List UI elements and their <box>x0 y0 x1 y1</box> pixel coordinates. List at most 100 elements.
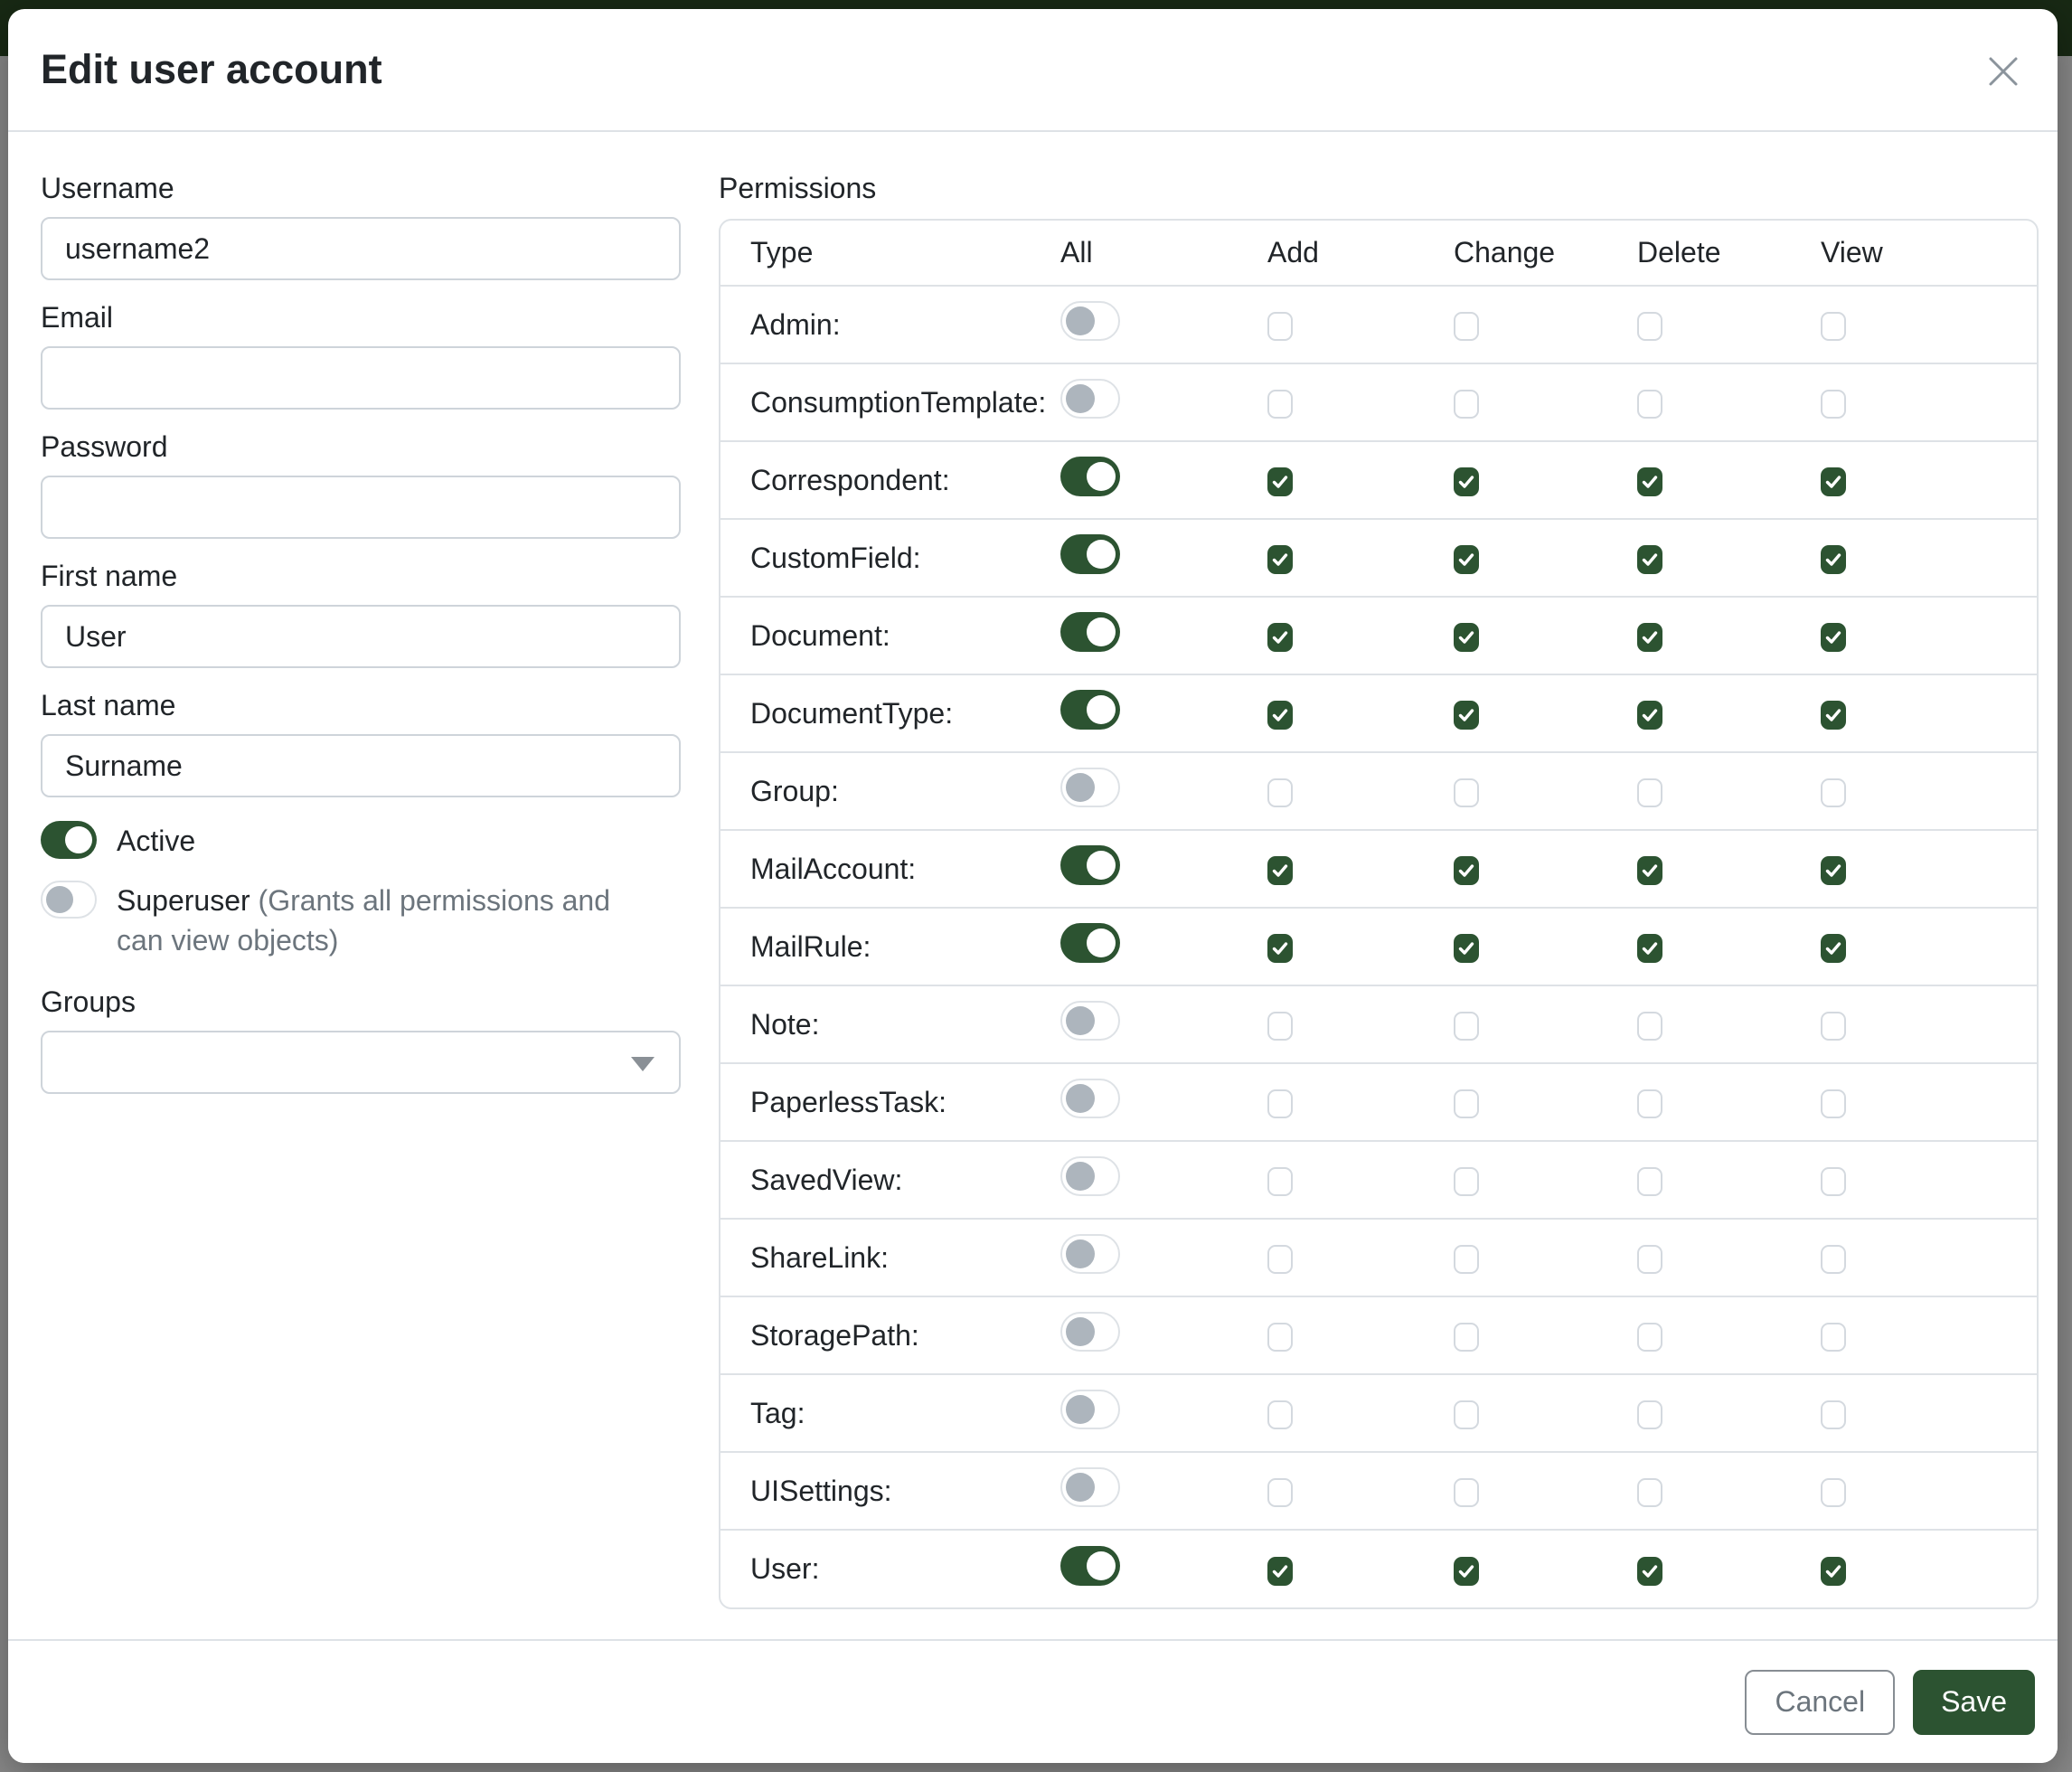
change-checkbox[interactable] <box>1454 778 1479 807</box>
toggle-knob <box>1087 928 1116 957</box>
delete-checkbox[interactable] <box>1637 1557 1662 1586</box>
delete-checkbox[interactable] <box>1637 1012 1662 1041</box>
change-checkbox[interactable] <box>1454 1167 1479 1196</box>
all-toggle[interactable] <box>1060 301 1120 341</box>
add-checkbox[interactable] <box>1267 390 1293 419</box>
delete-checkbox[interactable] <box>1637 545 1662 574</box>
add-checkbox[interactable] <box>1267 312 1293 341</box>
username-input[interactable] <box>41 217 681 280</box>
all-toggle[interactable] <box>1060 1001 1120 1041</box>
all-toggle[interactable] <box>1060 534 1120 574</box>
delete-checkbox[interactable] <box>1637 701 1662 730</box>
delete-checkbox[interactable] <box>1637 1400 1662 1429</box>
all-toggle[interactable] <box>1060 768 1120 807</box>
change-checkbox[interactable] <box>1454 390 1479 419</box>
change-checkbox[interactable] <box>1454 856 1479 885</box>
all-toggle[interactable] <box>1060 1079 1120 1118</box>
add-checkbox[interactable] <box>1267 1323 1293 1352</box>
add-checkbox[interactable] <box>1267 934 1293 963</box>
change-checkbox[interactable] <box>1454 467 1479 496</box>
change-checkbox[interactable] <box>1454 1012 1479 1041</box>
add-checkbox[interactable] <box>1267 1089 1293 1118</box>
add-checkbox[interactable] <box>1267 1400 1293 1429</box>
add-checkbox[interactable] <box>1267 1167 1293 1196</box>
view-checkbox[interactable] <box>1821 1245 1846 1274</box>
all-toggle[interactable] <box>1060 1312 1120 1352</box>
add-checkbox[interactable] <box>1267 1012 1293 1041</box>
delete-checkbox[interactable] <box>1637 1478 1662 1507</box>
change-checkbox[interactable] <box>1454 1245 1479 1274</box>
close-button[interactable] <box>1980 49 2027 96</box>
delete-checkbox[interactable] <box>1637 312 1662 341</box>
all-toggle[interactable] <box>1060 379 1120 419</box>
change-checkbox[interactable] <box>1454 1557 1479 1586</box>
last-name-field[interactable] <box>41 734 681 797</box>
view-checkbox[interactable] <box>1821 856 1846 885</box>
view-checkbox[interactable] <box>1821 701 1846 730</box>
add-checkbox[interactable] <box>1267 545 1293 574</box>
first-name-field[interactable] <box>41 605 681 668</box>
add-checkbox[interactable] <box>1267 1478 1293 1507</box>
cancel-button[interactable]: Cancel <box>1745 1670 1895 1735</box>
delete-checkbox[interactable] <box>1637 856 1662 885</box>
view-checkbox[interactable] <box>1821 934 1846 963</box>
change-checkbox[interactable] <box>1454 1089 1479 1118</box>
change-checkbox[interactable] <box>1454 623 1479 652</box>
change-checkbox[interactable] <box>1454 312 1479 341</box>
delete-checkbox[interactable] <box>1637 778 1662 807</box>
add-checkbox[interactable] <box>1267 856 1293 885</box>
change-checkbox[interactable] <box>1454 701 1479 730</box>
view-checkbox[interactable] <box>1821 312 1846 341</box>
view-checkbox[interactable] <box>1821 1323 1846 1352</box>
all-toggle[interactable] <box>1060 612 1120 652</box>
delete-checkbox[interactable] <box>1637 934 1662 963</box>
all-toggle[interactable] <box>1060 457 1120 496</box>
delete-checkbox[interactable] <box>1637 390 1662 419</box>
permission-type-label: CustomField: <box>720 519 1060 597</box>
view-checkbox[interactable] <box>1821 623 1846 652</box>
view-checkbox[interactable] <box>1821 1167 1846 1196</box>
delete-checkbox[interactable] <box>1637 1167 1662 1196</box>
change-checkbox[interactable] <box>1454 1400 1479 1429</box>
add-checkbox[interactable] <box>1267 1557 1293 1586</box>
email-field[interactable] <box>41 346 681 410</box>
change-checkbox[interactable] <box>1454 1323 1479 1352</box>
all-toggle[interactable] <box>1060 1546 1120 1586</box>
add-checkbox[interactable] <box>1267 778 1293 807</box>
superuser-toggle[interactable] <box>41 881 97 919</box>
all-toggle[interactable] <box>1060 1234 1120 1274</box>
change-checkbox[interactable] <box>1454 934 1479 963</box>
all-toggle[interactable] <box>1060 690 1120 730</box>
password-label: Password <box>41 429 681 465</box>
view-checkbox[interactable] <box>1821 390 1846 419</box>
view-checkbox[interactable] <box>1821 1012 1846 1041</box>
all-toggle[interactable] <box>1060 845 1120 885</box>
add-checkbox[interactable] <box>1267 1245 1293 1274</box>
toggle-knob <box>1066 1317 1095 1346</box>
add-checkbox[interactable] <box>1267 467 1293 496</box>
add-checkbox[interactable] <box>1267 701 1293 730</box>
all-toggle[interactable] <box>1060 1467 1120 1507</box>
groups-select[interactable] <box>41 1031 681 1094</box>
all-toggle[interactable] <box>1060 1390 1120 1429</box>
all-toggle[interactable] <box>1060 923 1120 963</box>
change-checkbox[interactable] <box>1454 545 1479 574</box>
view-checkbox[interactable] <box>1821 1089 1846 1118</box>
view-checkbox[interactable] <box>1821 1400 1846 1429</box>
active-toggle[interactable] <box>41 821 97 859</box>
view-checkbox[interactable] <box>1821 1478 1846 1507</box>
delete-checkbox[interactable] <box>1637 1245 1662 1274</box>
all-toggle[interactable] <box>1060 1156 1120 1196</box>
view-checkbox[interactable] <box>1821 545 1846 574</box>
view-checkbox[interactable] <box>1821 1557 1846 1586</box>
view-checkbox[interactable] <box>1821 467 1846 496</box>
delete-checkbox[interactable] <box>1637 1089 1662 1118</box>
password-field[interactable] <box>41 476 681 539</box>
delete-checkbox[interactable] <box>1637 467 1662 496</box>
add-checkbox[interactable] <box>1267 623 1293 652</box>
save-button[interactable]: Save <box>1913 1670 2035 1735</box>
delete-checkbox[interactable] <box>1637 623 1662 652</box>
delete-checkbox[interactable] <box>1637 1323 1662 1352</box>
view-checkbox[interactable] <box>1821 778 1846 807</box>
change-checkbox[interactable] <box>1454 1478 1479 1507</box>
